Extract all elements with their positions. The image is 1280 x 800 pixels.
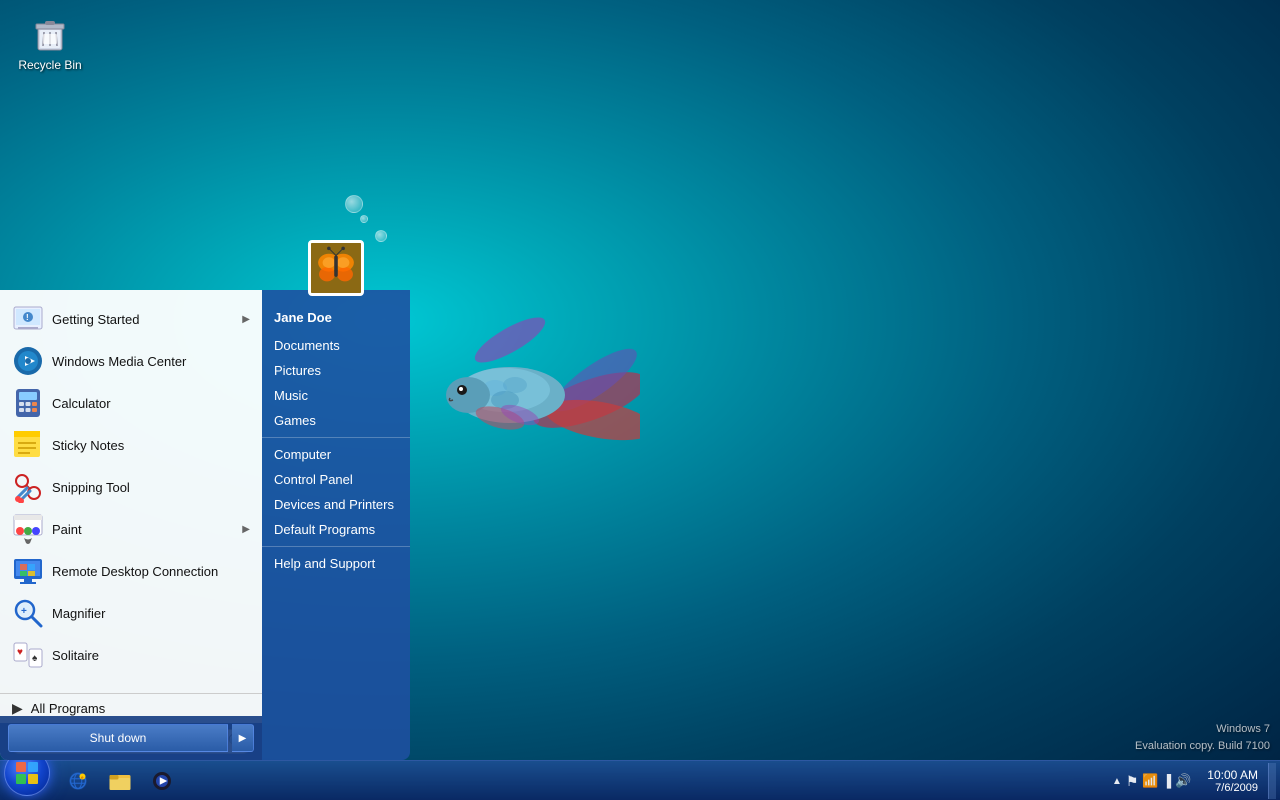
svg-text:♥: ♥ (17, 647, 23, 658)
start-menu-item-calculator[interactable]: Calculator (0, 382, 262, 424)
right-divider-1 (262, 437, 410, 438)
clock-date: 7/6/2009 (1215, 782, 1258, 794)
snipping-tool-icon (12, 471, 44, 503)
desktop: Recycle Bin Windows 7 Evaluation copy. B… (0, 0, 1280, 800)
taskbar-items: e (58, 763, 182, 799)
tray-icons: ▲ ⚑ 📶 ▐ 🔊 (1106, 773, 1197, 790)
snipping-tool-label: Snipping Tool (52, 480, 130, 495)
start-menu-right-devices[interactable]: Devices and Printers (262, 492, 410, 517)
svg-text:♠: ♠ (32, 653, 38, 664)
svg-text:+: + (21, 606, 27, 617)
start-menu-right-control-panel[interactable]: Control Panel (262, 467, 410, 492)
start-menu-item-magnifier[interactable]: + Magnifier (0, 592, 262, 634)
paint-icon (12, 513, 44, 545)
win7-build: Evaluation copy. Build 7100 (1135, 738, 1270, 755)
tray-network-icon[interactable]: 📶 (1142, 773, 1158, 789)
shutdown-bar: Shut down ▶ (0, 716, 262, 760)
taskbar-media-player[interactable] (142, 763, 182, 799)
shutdown-arrow-button[interactable]: ▶ (232, 724, 254, 752)
all-programs-arrow-icon: ▶ (12, 700, 23, 717)
tray-volume-icon[interactable]: 🔊 (1175, 773, 1191, 789)
svg-text:!: ! (26, 313, 29, 322)
recycle-bin-label: Recycle Bin (18, 58, 81, 72)
paint-label: Paint (52, 522, 82, 537)
getting-started-icon: ! (12, 303, 44, 335)
tray-signal-icon[interactable]: ▐ (1163, 774, 1172, 788)
calculator-icon (12, 387, 44, 419)
sticky-notes-label: Sticky Notes (52, 438, 124, 453)
system-tray: ▲ ⚑ 📶 ▐ 🔊 10:00 AM 7/6/2009 (1106, 761, 1280, 800)
start-menu-item-wmc[interactable]: Windows Media Center (0, 340, 262, 382)
taskbar: e (0, 760, 1280, 800)
user-avatar-area (308, 240, 364, 296)
start-menu-right-documents[interactable]: Documents (262, 333, 410, 358)
windows-info: Windows 7 Evaluation copy. Build 7100 (1135, 721, 1270, 754)
start-menu-item-snipping-tool[interactable]: Snipping Tool (0, 466, 262, 508)
shutdown-label: Shut down (90, 731, 147, 745)
paint-arrow: ▶ (242, 524, 250, 535)
start-menu-item-getting-started[interactable]: ! Getting Started ▶ (0, 298, 262, 340)
solitaire-icon: ♥ ♠ (12, 639, 44, 671)
show-desktop-button[interactable] (1268, 763, 1276, 799)
start-menu-item-paint[interactable]: Paint ▶ (0, 508, 262, 550)
tray-expand-icon[interactable]: ▲ (1112, 776, 1122, 787)
magnifier-icon: + (12, 597, 44, 629)
start-menu-right-panel: Jane Doe Documents Pictures Music Games … (262, 290, 410, 760)
start-menu-right-help[interactable]: Help and Support (262, 551, 410, 576)
start-menu-item-solitaire[interactable]: ♥ ♠ Solitaire (0, 634, 262, 676)
calculator-label: Calculator (52, 396, 111, 411)
wmc-icon (12, 345, 44, 377)
getting-started-label: Getting Started (52, 312, 139, 327)
tray-flag-icon[interactable]: ⚑ (1126, 773, 1139, 790)
all-programs-label: All Programs (31, 701, 105, 716)
clock[interactable]: 10:00 AM 7/6/2009 (1199, 768, 1266, 794)
bubble-decoration (360, 215, 368, 223)
user-avatar[interactable] (308, 240, 364, 296)
user-name[interactable]: Jane Doe (262, 310, 410, 333)
start-menu-item-sticky-notes[interactable]: Sticky Notes (0, 424, 262, 466)
right-divider-2 (262, 546, 410, 547)
start-menu-right-music[interactable]: Music (262, 383, 410, 408)
wmc-label: Windows Media Center (52, 354, 186, 369)
taskbar-ie[interactable]: e (58, 763, 98, 799)
rdp-label: Remote Desktop Connection (52, 564, 218, 579)
start-menu-item-rdp[interactable]: Remote Desktop Connection (0, 550, 262, 592)
taskbar-file-explorer[interactable] (100, 763, 140, 799)
solitaire-label: Solitaire (52, 648, 99, 663)
clock-time: 10:00 AM (1207, 768, 1258, 782)
recycle-bin-image (30, 14, 70, 54)
start-menu: ! Getting Started ▶ (0, 290, 410, 760)
rdp-icon (12, 555, 44, 587)
start-menu-right-pictures[interactable]: Pictures (262, 358, 410, 383)
magnifier-label: Magnifier (52, 606, 105, 621)
bubble-decoration (345, 195, 363, 213)
win7-title: Windows 7 (1135, 721, 1270, 738)
recycle-bin-icon[interactable]: Recycle Bin (10, 10, 90, 76)
sticky-notes-icon (12, 429, 44, 461)
start-menu-right-default-programs[interactable]: Default Programs (262, 517, 410, 542)
start-menu-right-games[interactable]: Games (262, 408, 410, 433)
start-menu-right-computer[interactable]: Computer (262, 442, 410, 467)
getting-started-arrow: ▶ (242, 314, 250, 325)
shutdown-button[interactable]: Shut down (8, 724, 228, 752)
bubble-decoration (375, 230, 387, 242)
start-menu-left-panel: ! Getting Started ▶ (0, 290, 262, 760)
betta-fish (420, 280, 640, 500)
start-menu-programs-list: ! Getting Started ▶ (0, 290, 262, 693)
